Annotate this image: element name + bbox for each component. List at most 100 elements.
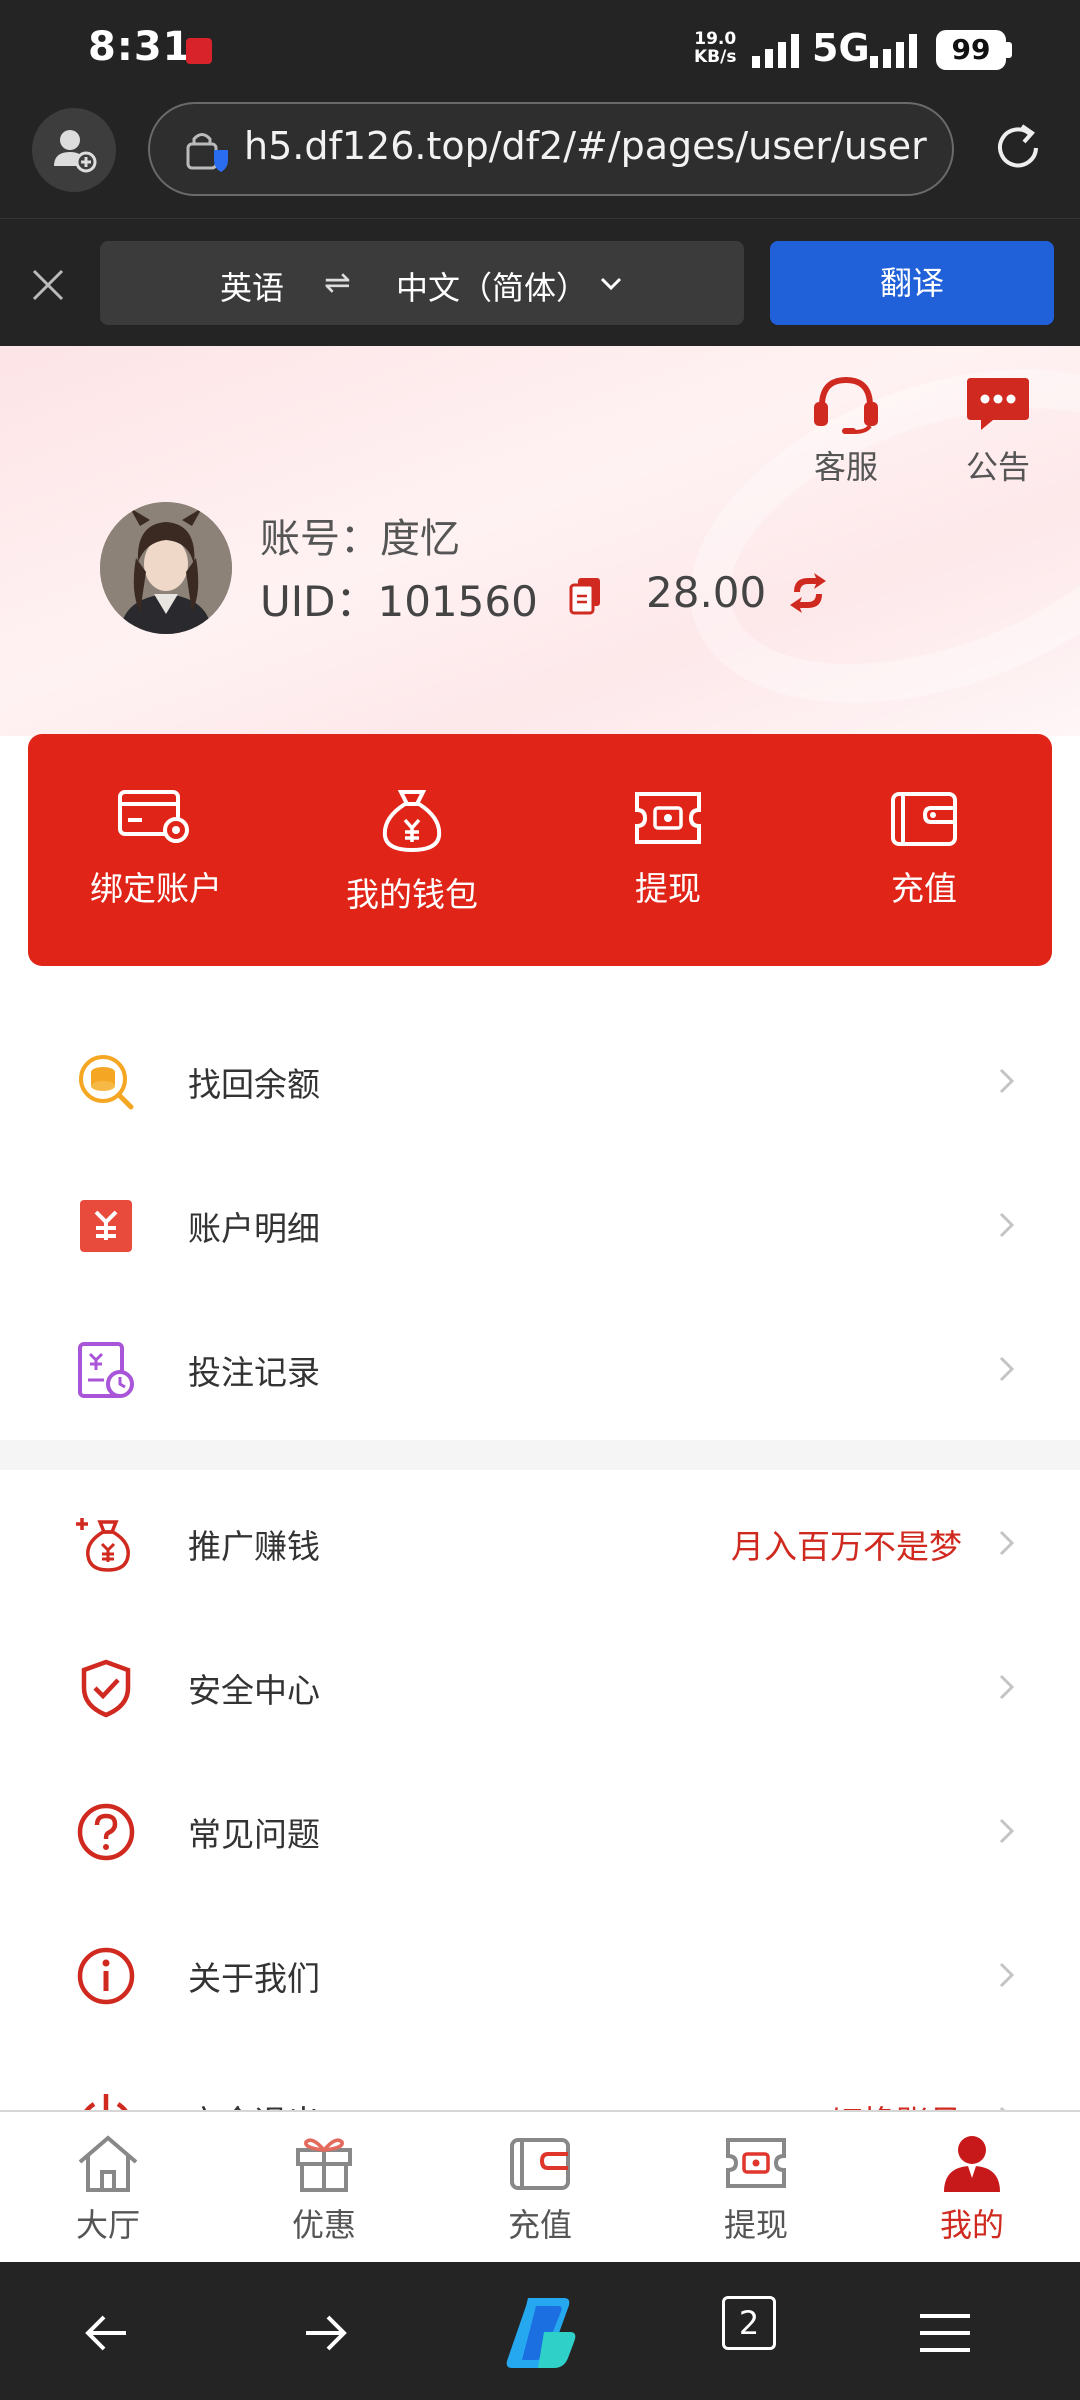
withdraw-ticket-icon — [635, 792, 701, 844]
add-user-icon — [54, 130, 97, 173]
customer-service-label: 客服 — [813, 448, 878, 486]
status-bar: 8:31 19.0 KB/s 5G 99 — [0, 0, 1080, 100]
forward-arrow-icon[interactable] — [290, 2298, 360, 2368]
profile-add-button[interactable] — [32, 108, 116, 192]
url-text: h5.df126.top/df2/#/pages/user/user — [244, 124, 927, 168]
menu-label: 投注记录 — [188, 1353, 320, 1392]
account-label: 账号： — [260, 516, 380, 562]
chevron-right-icon — [999, 1356, 1015, 1382]
recharge-button[interactable]: 充值 — [796, 734, 1052, 966]
chevron-down-icon — [600, 277, 622, 291]
tab-mine[interactable]: 我的 — [864, 2112, 1080, 2262]
menu-item-security-center[interactable]: 安全中心 — [0, 1614, 1080, 1758]
tab-label: 优惠 — [291, 2206, 356, 2244]
wallet-icon — [891, 792, 957, 846]
browser-navigation-bar: 2 — [0, 2262, 1080, 2400]
tab-label: 提现 — [723, 2206, 788, 2244]
menu-label: 关于我们 — [188, 1959, 320, 1998]
balance-value: 28.00 — [646, 568, 767, 617]
chevron-right-icon — [999, 1068, 1015, 1094]
target-language[interactable]: 中文（简体） — [396, 263, 588, 309]
translate-bar: 英语 ⇌ 中文（简体） 翻译 — [0, 218, 1080, 346]
chevron-right-icon — [999, 1212, 1015, 1238]
menu-item-promote-earn[interactable]: 推广赚钱 月入百万不是梦 — [0, 1470, 1080, 1614]
yen-ledger-icon — [80, 1200, 132, 1252]
signal-icon-2 — [870, 34, 917, 68]
money-bag-icon — [382, 790, 442, 853]
customer-service-button[interactable]: 客服 — [800, 372, 892, 488]
chevron-right-icon — [999, 1674, 1015, 1700]
menu-group-general: 推广赚钱 月入百万不是梦 安全中心 常见问题 关于我们 — [0, 1470, 1080, 2190]
source-language[interactable]: 英语 — [220, 263, 284, 309]
question-icon — [77, 1803, 135, 1861]
tab-label: 大厅 — [75, 2206, 140, 2244]
home-icon — [78, 2135, 138, 2192]
card-settings-icon — [118, 790, 189, 843]
withdraw-label: 提现 — [635, 869, 701, 908]
avatar[interactable] — [100, 502, 232, 634]
my-wallet-button[interactable]: 我的钱包 — [284, 734, 540, 966]
tab-promotions[interactable]: 优惠 — [216, 2112, 432, 2262]
url-field[interactable]: h5.df126.top/df2/#/pages/user/user — [148, 102, 954, 196]
shield-check-icon — [81, 1659, 131, 1718]
headset-icon — [814, 376, 878, 434]
menu-label: 找回余额 — [188, 1065, 320, 1104]
bottom-tab-bar: 大厅 优惠 充值 提现 我的 — [0, 2110, 1080, 2262]
tab-label: 我的 — [939, 2206, 1004, 2244]
tabs-count-button[interactable]: 2 — [722, 2296, 776, 2350]
account-name: 度忆 — [380, 516, 460, 562]
tab-lobby[interactable]: 大厅 — [0, 2112, 216, 2262]
back-arrow-icon[interactable] — [72, 2298, 142, 2368]
language-selector[interactable]: 英语 ⇌ 中文（简体） — [100, 241, 744, 325]
menu-item-recover-balance[interactable]: 找回余额 — [0, 1008, 1080, 1152]
menu-item-about-us[interactable]: 关于我们 — [0, 1902, 1080, 2046]
copilot-icon[interactable] — [498, 2292, 582, 2372]
wallet-icon — [510, 2138, 570, 2190]
promo-slogan: 月入百万不是梦 — [731, 1527, 962, 1566]
user-icon — [944, 2136, 1000, 2192]
chevron-right-icon — [999, 1818, 1015, 1844]
app-notification-icon — [186, 38, 212, 64]
quick-actions-card: 绑定账户 我的钱包 提现 充值 — [28, 734, 1052, 966]
refresh-balance-icon[interactable] — [786, 572, 830, 614]
bet-record-icon — [78, 1342, 134, 1398]
menu-label: 安全中心 — [188, 1671, 320, 1710]
menu-icon[interactable] — [910, 2298, 980, 2368]
swap-language-icon[interactable]: ⇌ — [324, 263, 351, 301]
profile-header: 客服 公告 账号：度忆 UID：101560 28.00 — [0, 346, 1080, 736]
account-line: 账号：度忆 — [260, 506, 460, 564]
status-time: 8:31 — [88, 24, 192, 70]
reload-icon[interactable] — [986, 116, 1050, 180]
money-bag-plus-icon — [76, 1518, 130, 1572]
withdraw-button[interactable]: 提现 — [540, 734, 796, 966]
browser-address-bar: h5.df126.top/df2/#/pages/user/user — [0, 100, 1080, 218]
menu-item-faq[interactable]: 常见问题 — [0, 1758, 1080, 1902]
close-icon[interactable] — [26, 263, 70, 307]
menu-label: 账户明细 — [188, 1209, 320, 1248]
network-type: 5G — [812, 26, 870, 70]
menu-label: 常见问题 — [188, 1815, 320, 1854]
copy-icon[interactable] — [568, 576, 604, 616]
section-divider — [0, 1440, 1080, 1470]
chat-bubble-icon — [967, 378, 1029, 430]
translate-button[interactable]: 翻译 — [770, 241, 1054, 325]
bind-account-label: 绑定账户 — [90, 869, 222, 908]
uid-line: UID：101560 — [260, 568, 538, 629]
recharge-label: 充值 — [891, 869, 957, 908]
bind-account-button[interactable]: 绑定账户 — [28, 734, 284, 966]
menu-item-account-details[interactable]: 账户明细 — [0, 1152, 1080, 1296]
tab-recharge[interactable]: 充值 — [432, 2112, 648, 2262]
tab-withdraw[interactable]: 提现 — [648, 2112, 864, 2262]
menu-item-bet-records[interactable]: 投注记录 — [0, 1296, 1080, 1440]
menu-group-balance: 找回余额 账户明细 投注记录 — [0, 1008, 1080, 1440]
chevron-right-icon — [999, 1962, 1015, 1988]
battery-icon: 99 — [936, 30, 1006, 70]
menu-label: 推广赚钱 — [188, 1527, 320, 1566]
signal-icon — [752, 34, 799, 68]
notice-label: 公告 — [965, 448, 1030, 486]
tab-label: 充值 — [507, 2206, 572, 2244]
notice-button[interactable]: 公告 — [952, 372, 1044, 488]
info-icon — [77, 1947, 135, 2005]
battery-tip — [1006, 42, 1012, 58]
gift-icon — [296, 2138, 352, 2192]
